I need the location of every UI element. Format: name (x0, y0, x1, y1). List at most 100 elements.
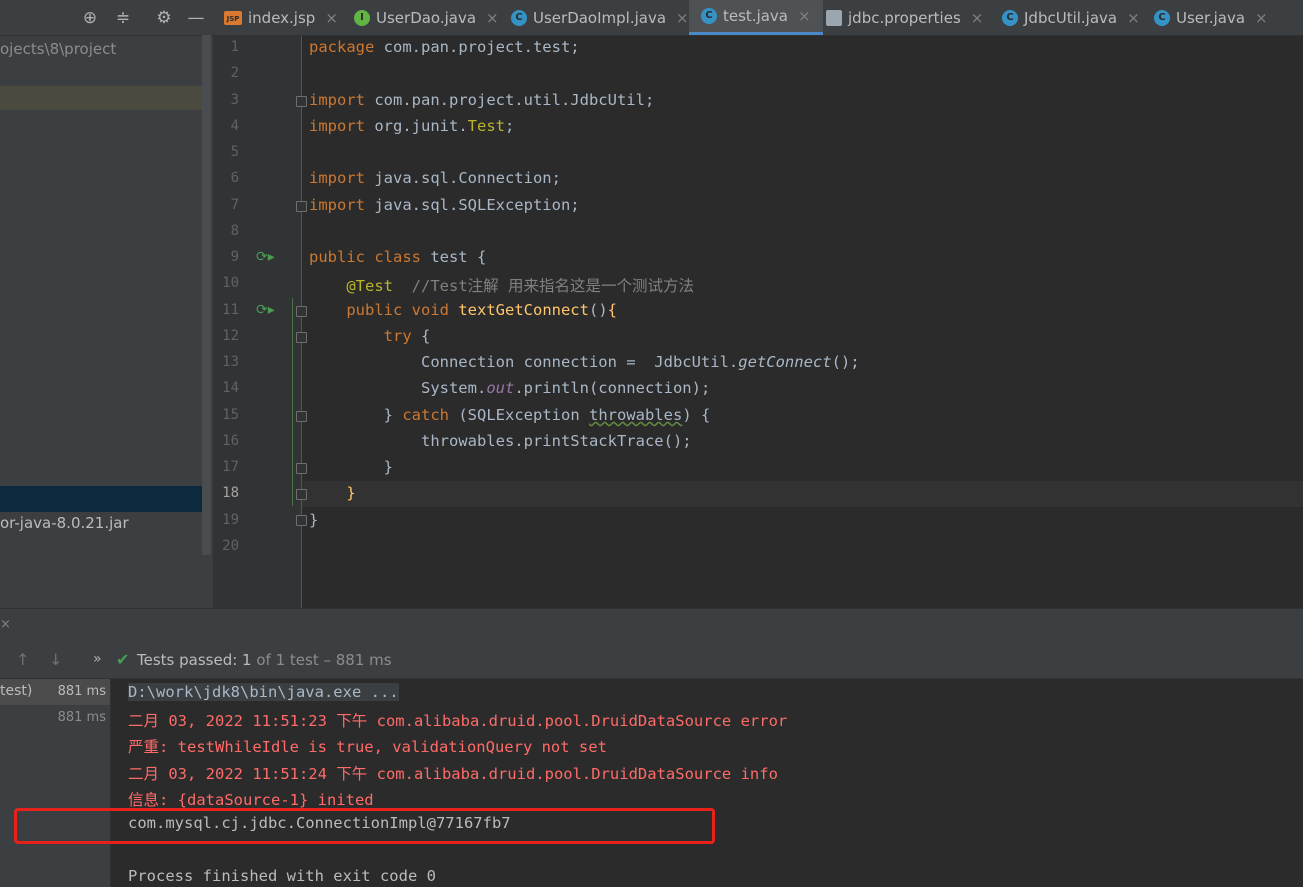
project-toolbar: ⊕ ≑ ⚙ — (0, 0, 213, 36)
code-line[interactable]: import java.sql.SQLException; (309, 196, 580, 214)
console-line: 二月 03, 2022 11:51:24 下午 com.alibaba.drui… (128, 765, 778, 783)
console-command[interactable]: D:\work\jdk8\bin\java.exe ... (128, 683, 399, 701)
close-icon[interactable]: × (798, 7, 811, 25)
gear-icon[interactable]: ⚙ (154, 8, 174, 28)
minimize-icon[interactable]: — (186, 8, 206, 28)
code-line[interactable]: import com.pan.project.util.JdbcUtil; (309, 91, 654, 109)
project-path[interactable]: ojects\8\project (0, 40, 116, 58)
close-icon[interactable]: × (971, 9, 984, 27)
code-line[interactable]: } (309, 484, 355, 502)
code-line[interactable]: public class test { (309, 248, 486, 266)
line-number[interactable]: 1 (213, 39, 239, 55)
line-number[interactable]: 9 (213, 249, 239, 265)
test-tree-label: test) (0, 683, 33, 699)
console-line: 严重: testWhileIdle is true, validationQue… (128, 738, 607, 756)
line-number[interactable]: 10 (213, 275, 239, 291)
tab-label: UserDaoImpl.java (533, 8, 667, 27)
code-line[interactable]: import java.sql.Connection; (309, 169, 561, 187)
fold-marker-icon[interactable] (296, 515, 307, 526)
tab-jdbcutil[interactable]: C JdbcUtil.java × (1002, 0, 1140, 35)
tab-index-jsp[interactable]: JSP index.jsp × (224, 0, 338, 35)
close-icon[interactable]: × (325, 9, 338, 27)
code-line[interactable]: import org.junit.Test; (309, 117, 514, 135)
next-failed-icon[interactable]: ↓ (49, 650, 62, 669)
close-icon[interactable]: × (676, 9, 689, 27)
line-number[interactable]: 13 (213, 354, 239, 370)
class-icon: C (1002, 9, 1018, 26)
tab-userdao[interactable]: I UserDao.java × (354, 0, 499, 35)
code-line[interactable]: public void textGetConnect(){ (309, 301, 617, 319)
code-line[interactable]: } (309, 511, 318, 529)
line-number[interactable]: 11 (213, 302, 239, 318)
annotation-highlight-box (14, 808, 715, 844)
change-marker (292, 298, 293, 506)
fold-marker-icon[interactable] (296, 411, 307, 422)
line-number[interactable]: 8 (213, 223, 239, 239)
close-icon[interactable]: × (0, 617, 11, 632)
fold-marker-icon[interactable] (296, 463, 307, 474)
tab-test-java[interactable]: C test.java × (689, 0, 823, 35)
close-icon[interactable]: × (486, 9, 499, 27)
console-line: 二月 03, 2022 11:51:23 下午 com.alibaba.drui… (128, 712, 788, 730)
passed-count: 1 (242, 651, 252, 669)
previous-failed-icon[interactable]: ↑ (16, 650, 29, 669)
status-prefix: Tests passed: (137, 651, 243, 669)
line-number[interactable]: 20 (213, 538, 239, 554)
tab-label: User.java (1176, 8, 1246, 27)
code-line[interactable]: throwables.printStackTrace(); (309, 432, 692, 450)
line-number[interactable]: 17 (213, 459, 239, 475)
tab-userdaoimpl[interactable]: C UserDaoImpl.java × (511, 0, 689, 35)
line-number[interactable]: 16 (213, 433, 239, 449)
editor-tab-bar: JSP index.jsp × I UserDao.java × C UserD… (213, 0, 1303, 36)
project-scrollbar[interactable] (202, 35, 211, 555)
run-test-icon[interactable]: ⟳▸ (256, 302, 275, 318)
test-tree-row[interactable]: test) 881 ms (0, 679, 110, 705)
line-number[interactable]: 5 (213, 144, 239, 160)
line-number[interactable]: 14 (213, 380, 239, 396)
interface-icon: I (354, 9, 370, 26)
tab-user[interactable]: C User.java × (1154, 0, 1268, 35)
test-tree-row[interactable]: 881 ms (0, 705, 110, 731)
more-icon[interactable]: » (93, 651, 102, 667)
run-test-icon[interactable]: ⟳▸ (256, 249, 275, 265)
locate-icon[interactable]: ⊕ (80, 8, 100, 28)
line-number[interactable]: 3 (213, 92, 239, 108)
tree-row-selected[interactable] (0, 486, 202, 512)
jsp-file-icon: JSP (224, 10, 242, 25)
run-tool-header: × (0, 608, 1303, 643)
console-line: Process finished with exit code 0 (128, 867, 436, 885)
code-line[interactable]: try { (309, 327, 431, 345)
line-number[interactable]: 12 (213, 328, 239, 344)
close-icon[interactable]: × (1255, 9, 1268, 27)
console-output[interactable]: D:\work\jdk8\bin\java.exe ... 二月 03, 202… (111, 679, 1303, 887)
code-line[interactable]: System.out.println(connection); (309, 379, 710, 397)
code-line[interactable]: } catch (SQLException throwables) { (309, 406, 711, 424)
tree-row-highlighted[interactable] (0, 86, 202, 110)
tab-label: jdbc.properties (848, 8, 961, 27)
line-number[interactable]: 15 (213, 407, 239, 423)
line-number[interactable]: 4 (213, 118, 239, 134)
tab-label: test.java (723, 7, 789, 25)
close-icon[interactable]: × (1127, 9, 1140, 27)
line-number[interactable]: 18 (213, 485, 239, 501)
tab-jdbc-properties[interactable]: jdbc.properties × (826, 0, 983, 35)
code-line[interactable]: package com.pan.project.test; (309, 38, 580, 56)
test-time: 881 ms (57, 684, 106, 699)
fold-marker-icon[interactable] (296, 306, 307, 317)
code-line[interactable]: Connection connection = JdbcUtil.getConn… (309, 353, 860, 371)
line-number[interactable]: 7 (213, 197, 239, 213)
line-number[interactable]: 2 (213, 65, 239, 81)
fold-marker-icon[interactable] (296, 96, 307, 107)
line-number[interactable]: 19 (213, 512, 239, 528)
status-suffix: of 1 test – 881 ms (251, 651, 392, 669)
collapse-all-icon[interactable]: ≑ (113, 8, 133, 28)
test-status: Tests passed: 1 of 1 test – 881 ms (137, 651, 392, 669)
check-icon: ✔ (116, 650, 130, 669)
fold-marker-icon[interactable] (296, 201, 307, 212)
fold-marker-icon[interactable] (296, 489, 307, 500)
code-line[interactable]: @Test //Test注解 用来指名这是一个测试方法 (309, 274, 694, 296)
code-line[interactable]: } (309, 458, 393, 476)
line-number[interactable]: 6 (213, 170, 239, 186)
library-jar-item[interactable]: or-java-8.0.21.jar (0, 514, 129, 532)
fold-marker-icon[interactable] (296, 332, 307, 343)
